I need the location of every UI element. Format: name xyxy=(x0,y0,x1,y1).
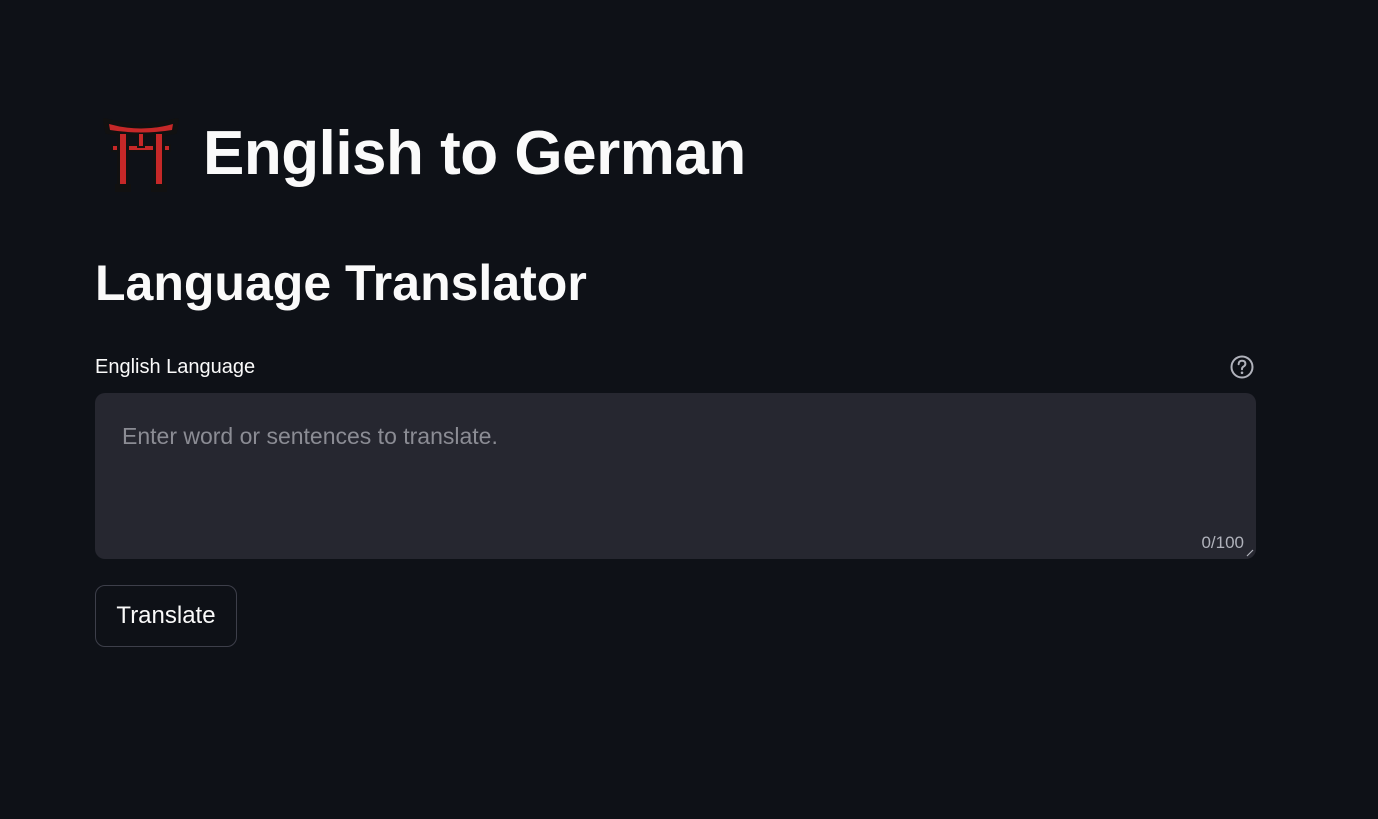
page-title: English to German xyxy=(203,119,746,188)
torii-gate-icon xyxy=(103,118,179,192)
resize-handle-icon[interactable] xyxy=(1246,549,1254,557)
section-heading: Language Translator xyxy=(95,255,587,311)
text-input-container: 0/100 xyxy=(95,393,1256,559)
page-header: English to German xyxy=(101,108,746,200)
help-circle-icon[interactable] xyxy=(1229,354,1255,380)
translate-button[interactable]: Translate xyxy=(95,585,237,647)
input-label: English Language xyxy=(95,356,256,378)
english-text-input[interactable] xyxy=(95,393,1256,559)
app-root: English to German Language Translator En… xyxy=(0,0,1378,819)
character-counter: 0/100 xyxy=(1201,533,1244,552)
